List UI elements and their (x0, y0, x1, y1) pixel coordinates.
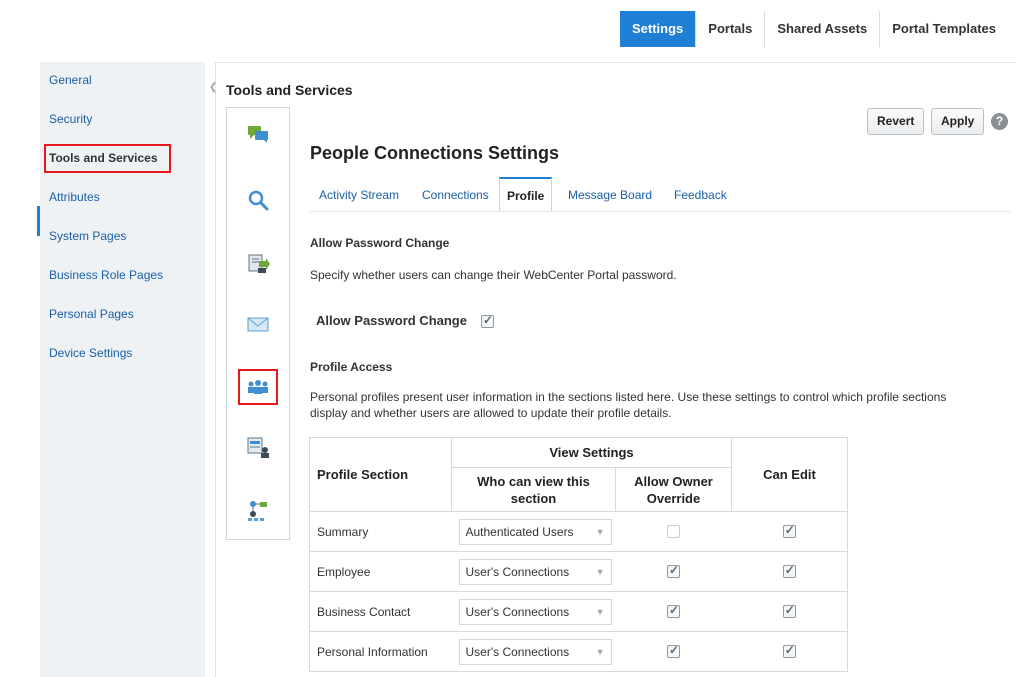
table-row: Personal Information User's Connections ▼ (309, 631, 848, 672)
password-section-heading: Allow Password Change (310, 236, 450, 250)
workflow-icon[interactable] (244, 496, 272, 524)
can-edit-checkbox[interactable] (782, 563, 796, 578)
who-can-view-select[interactable]: User's Connections ▼ (458, 558, 612, 585)
highlight-box (44, 144, 171, 173)
subtab-profile[interactable]: Profile (499, 177, 553, 212)
panel-title: Tools and Services (226, 82, 353, 98)
select-value: User's Connections (465, 564, 570, 579)
row-section-name: Summary (309, 511, 452, 552)
sidebar-item-system-pages[interactable]: System Pages (40, 224, 205, 248)
profile-access-description-line2: display and whether users are allowed to… (310, 406, 672, 420)
col-can-edit: Can Edit (731, 437, 848, 512)
sidebar-item-security[interactable]: Security (40, 107, 205, 131)
revert-button[interactable]: Revert (867, 108, 925, 135)
subtab-activity-stream[interactable]: Activity Stream (319, 178, 399, 212)
tab-settings[interactable]: Settings (620, 11, 696, 47)
sidebar-item-attributes[interactable]: Attributes (40, 185, 205, 209)
top-tab-bar: Settings Portals Shared Assets Portal Te… (620, 11, 1009, 47)
chevron-down-icon: ▼ (595, 526, 605, 537)
subtab-divider (310, 211, 1010, 212)
tab-portal-templates[interactable]: Portal Templates (879, 11, 1009, 47)
profile-sections-table: Profile Section View Settings Can Edit W… (309, 437, 848, 672)
search-icon[interactable] (244, 186, 272, 214)
table-row: Summary Authenticated Users ▼ (309, 511, 848, 552)
col-override-label-line2: Override (646, 490, 701, 506)
owner-override-checkbox[interactable] (667, 643, 680, 658)
col-who-label-line2: section (510, 490, 557, 506)
chevron-down-icon: ▼ (595, 566, 605, 577)
subtab-connections[interactable]: Connections (422, 178, 489, 212)
password-checkbox-label: Allow Password Change (316, 313, 467, 328)
select-value: Authenticated Users (465, 524, 574, 539)
tab-shared-assets[interactable]: Shared Assets (764, 11, 880, 47)
select-value: User's Connections (465, 644, 570, 659)
table-row: Business Contact User's Connections ▼ (309, 591, 848, 632)
owner-override-checkbox[interactable] (667, 563, 680, 578)
highlight-box (238, 369, 278, 405)
table-row: Employee User's Connections ▼ (309, 551, 848, 592)
profile-access-heading: Profile Access (310, 360, 393, 374)
can-edit-checkbox[interactable] (782, 603, 796, 618)
col-who-can-view: Who can view this section (451, 467, 616, 512)
service-icon-rail (226, 107, 290, 540)
help-icon[interactable]: ? (991, 113, 1008, 130)
password-description: Specify whether users can change their W… (310, 268, 677, 282)
profile-access-description-line1: Personal profiles present user informati… (310, 390, 947, 404)
collapse-sidebar-icon[interactable]: ❮ (209, 82, 217, 93)
can-edit-checkbox[interactable] (782, 523, 796, 538)
row-section-name: Employee (309, 551, 452, 592)
mail-icon[interactable] (244, 310, 272, 338)
col-allow-owner-override: Allow Owner Override (615, 467, 732, 512)
row-section-name: Business Contact (309, 591, 452, 632)
subtab-feedback[interactable]: Feedback (674, 178, 727, 212)
owner-override-checkbox[interactable] (667, 603, 680, 618)
apply-button[interactable]: Apply (931, 108, 985, 135)
page-title: People Connections Settings (310, 143, 560, 163)
sidebar-item-personal-pages[interactable]: Personal Pages (40, 302, 205, 326)
settings-sidebar: General Security Tools and Services Attr… (37, 62, 205, 677)
chevron-down-icon: ▼ (595, 606, 605, 617)
col-who-label-line1: Who can view this (477, 473, 590, 489)
sidebar-item-general[interactable]: General (40, 68, 205, 92)
row-section-name: Personal Information (309, 631, 452, 672)
sidebar-item-device-settings[interactable]: Device Settings (40, 341, 205, 365)
col-profile-section: Profile Section (309, 437, 452, 512)
sidebar-item-business-role-pages[interactable]: Business Role Pages (40, 263, 205, 287)
chevron-down-icon: ▼ (595, 646, 605, 657)
who-can-view-select[interactable]: User's Connections ▼ (458, 598, 612, 625)
allow-password-change-checkbox[interactable] (481, 313, 494, 328)
owner-override-checkbox[interactable] (667, 525, 680, 538)
col-override-label-line1: Allow Owner (634, 473, 713, 489)
who-can-view-select[interactable]: User's Connections ▼ (458, 638, 612, 665)
document-arrow-icon[interactable] (244, 249, 272, 277)
col-group-view-settings: View Settings (451, 437, 732, 468)
who-can-view-select[interactable]: Authenticated Users ▼ (458, 518, 612, 545)
chat-bubbles-icon[interactable] (244, 121, 272, 149)
tab-portals[interactable]: Portals (695, 11, 765, 47)
select-value: User's Connections (465, 604, 570, 619)
subtab-message-board[interactable]: Message Board (568, 178, 652, 212)
document-user-icon[interactable] (244, 433, 272, 461)
can-edit-checkbox[interactable] (782, 643, 796, 658)
